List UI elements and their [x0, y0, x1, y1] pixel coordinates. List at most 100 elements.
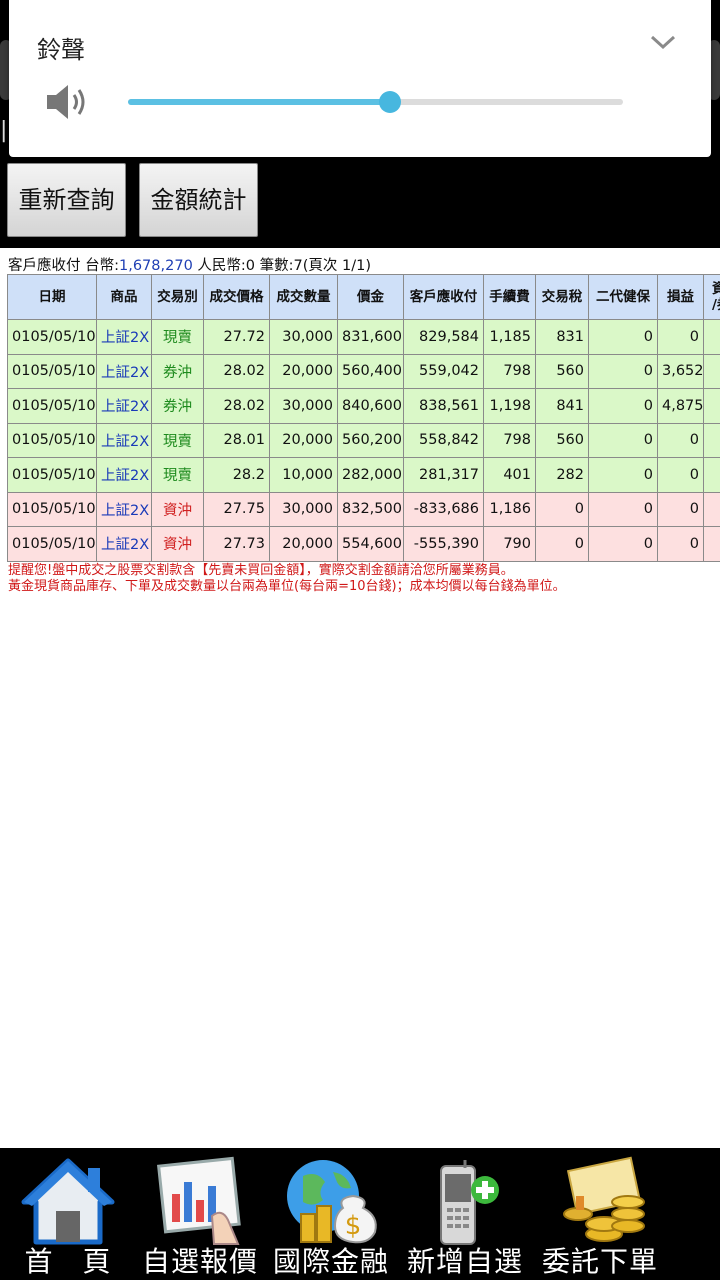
table-row[interactable]: 0105/05/10 上証2X 現賣 27.72 30,000 831,600 829,58… [7, 319, 720, 355]
cell-fee: 401 [483, 457, 536, 493]
table-row[interactable]: 0105/05/10 上証2X 券沖 28.02 30,000 840,600 838,56… [7, 388, 720, 424]
cell-trade-type: 資沖 [151, 526, 204, 562]
header-amount: 價金 [337, 274, 404, 320]
summary-line: 客戶應收付 台幣:1,678,270 人民幣:0 筆數:7(頁次 1/1) [8, 254, 371, 275]
cell-date: 0105/05/10 [7, 491, 97, 527]
bottom-nav: 首 頁 自選報價 $ 國際金融 新增自選 委託下單 [0, 1148, 720, 1280]
nav-international-finance-label: 國際金融 [272, 1245, 389, 1278]
nav-place-order-label: 委託下單 [541, 1245, 658, 1278]
nav-home-label: 首 頁 [24, 1245, 112, 1278]
cell-amount: 282,000 [337, 457, 404, 493]
cell-product[interactable]: 上証2X [96, 422, 152, 458]
cell-quantity: 20,000 [269, 353, 338, 389]
cell-trade-type: 現賣 [151, 422, 204, 458]
background-partial-glyph: | [0, 118, 8, 143]
cell-margin-short [703, 422, 720, 458]
cell-product[interactable]: 上証2X [96, 526, 152, 562]
cell-profit-loss: 3,652 [657, 353, 704, 389]
phone-add-icon [440, 1160, 499, 1245]
header-date: 日期 [7, 274, 97, 320]
svg-text:$: $ [345, 1211, 362, 1241]
cell-amount: 554,600 [337, 526, 404, 562]
volume-panel: 鈴聲 [9, 0, 711, 157]
cell-margin-short: 55 [703, 353, 720, 389]
cell-receivable: 838,561 [403, 388, 484, 424]
cell-receivable: 829,584 [403, 319, 484, 355]
header-tax: 交易稅 [535, 274, 589, 320]
cell-margin-short: 83 [703, 388, 720, 424]
cell-product[interactable]: 上証2X [96, 319, 152, 355]
cell-quantity: 30,000 [269, 491, 338, 527]
cell-health-insurance: 0 [588, 491, 658, 527]
chart-quote-icon [157, 1156, 241, 1245]
cell-quantity: 20,000 [269, 526, 338, 562]
header-profit-loss: 損益 [657, 274, 704, 320]
table-row[interactable]: 0105/05/10 上証2X 現賣 28.2 10,000 282,000 281,317… [7, 457, 720, 493]
cell-fee: 798 [483, 353, 536, 389]
cell-health-insurance: 0 [588, 319, 658, 355]
summary-receivable-label: 客戶應收付 台幣: [8, 258, 119, 274]
note-line-2: 黃金現貨商品庫存、下單及成交數量以台兩為單位(每台兩=10台錢)；成本均價以每台… [8, 579, 566, 594]
cell-price: 28.01 [203, 422, 270, 458]
table-row[interactable]: 0105/05/10 上証2X 券沖 28.02 20,000 560,400 559,04… [7, 353, 720, 389]
home-icon [21, 1158, 115, 1245]
cell-tax: 0 [535, 526, 589, 562]
volume-slider[interactable] [128, 91, 623, 113]
table-row[interactable]: 0105/05/10 上証2X 資沖 27.75 30,000 832,500 -833,6… [7, 491, 720, 527]
nav-add-watchlist-label: 新增自選 [406, 1245, 523, 1278]
cell-health-insurance: 0 [588, 353, 658, 389]
summary-page-info: (頁次 1/1) [302, 258, 372, 274]
nav-place-order[interactable]: 委託下單 [532, 1148, 668, 1280]
cell-product[interactable]: 上証2X [96, 457, 152, 493]
table-row[interactable]: 0105/05/10 上証2X 資沖 27.73 20,000 554,600 -555,3… [7, 526, 720, 562]
cell-profit-loss: 0 [657, 457, 704, 493]
nav-watchlist-quote[interactable]: 自選報價 [136, 1148, 264, 1280]
cell-profit-loss: 4,875 [657, 388, 704, 424]
summary-count: 7 [293, 258, 303, 274]
cell-product[interactable]: 上証2X [96, 353, 152, 389]
table-header-row: 日期 商品 交易別 成交價格 成交數量 價金 客戶應收付 手續費 交易稅 二代健… [7, 274, 720, 320]
speaker-icon[interactable] [45, 82, 87, 122]
cell-date: 0105/05/10 [7, 422, 97, 458]
nav-add-watchlist[interactable]: 新增自選 [398, 1148, 532, 1280]
cell-product[interactable]: 上証2X [96, 388, 152, 424]
cell-trade-type: 資沖 [151, 491, 204, 527]
trade-table-container[interactable]: 日期 商品 交易別 成交價格 成交數量 價金 客戶應收付 手續費 交易稅 二代健… [7, 274, 720, 562]
header-product: 商品 [96, 274, 152, 320]
nav-home[interactable]: 首 頁 [0, 1148, 136, 1280]
cell-trade-type: 現賣 [151, 319, 204, 355]
note-line-1: 提醒您!盤中成交之股票交割款含【先賣未買回金額】，實際交割金額請洽您所屬業務員。 [8, 563, 514, 578]
summary-count-label: 筆數: [255, 258, 294, 274]
cell-price: 27.75 [203, 491, 270, 527]
cell-product[interactable]: 上証2X [96, 491, 152, 527]
nav-international-finance[interactable]: $ 國際金融 [264, 1148, 398, 1280]
summary-twd-amount: 1,678,270 [119, 258, 193, 274]
cell-date: 0105/05/10 [7, 353, 97, 389]
cell-receivable: 558,842 [403, 422, 484, 458]
cell-fee: 1,198 [483, 388, 536, 424]
globe-money-icon: $ [287, 1160, 377, 1244]
amount-stats-button[interactable]: 金額統計 [139, 163, 258, 237]
cell-health-insurance: 0 [588, 457, 658, 493]
cell-tax: 560 [535, 353, 589, 389]
cell-date: 0105/05/10 [7, 457, 97, 493]
cell-price: 28.02 [203, 353, 270, 389]
cell-margin-short [703, 491, 720, 527]
cell-price: 27.73 [203, 526, 270, 562]
cell-tax: 0 [535, 491, 589, 527]
header-price: 成交價格 [203, 274, 270, 320]
cell-fee: 790 [483, 526, 536, 562]
cell-amount: 840,600 [337, 388, 404, 424]
chevron-down-icon[interactable] [649, 32, 677, 52]
cell-date: 0105/05/10 [7, 526, 97, 562]
table-row[interactable]: 0105/05/10 上証2X 現賣 28.01 20,000 560,200 558,84… [7, 422, 720, 458]
cell-receivable: -555,390 [403, 526, 484, 562]
cell-amount: 831,600 [337, 319, 404, 355]
header-receivable: 客戶應收付 [403, 274, 484, 320]
cell-profit-loss: 0 [657, 491, 704, 527]
cell-profit-loss: 0 [657, 422, 704, 458]
volume-slider-thumb[interactable] [379, 91, 402, 113]
cell-margin-short [703, 526, 720, 562]
requery-button[interactable]: 重新查詢 [7, 163, 126, 237]
summary-rmb-label: 人民幣: [192, 258, 246, 274]
